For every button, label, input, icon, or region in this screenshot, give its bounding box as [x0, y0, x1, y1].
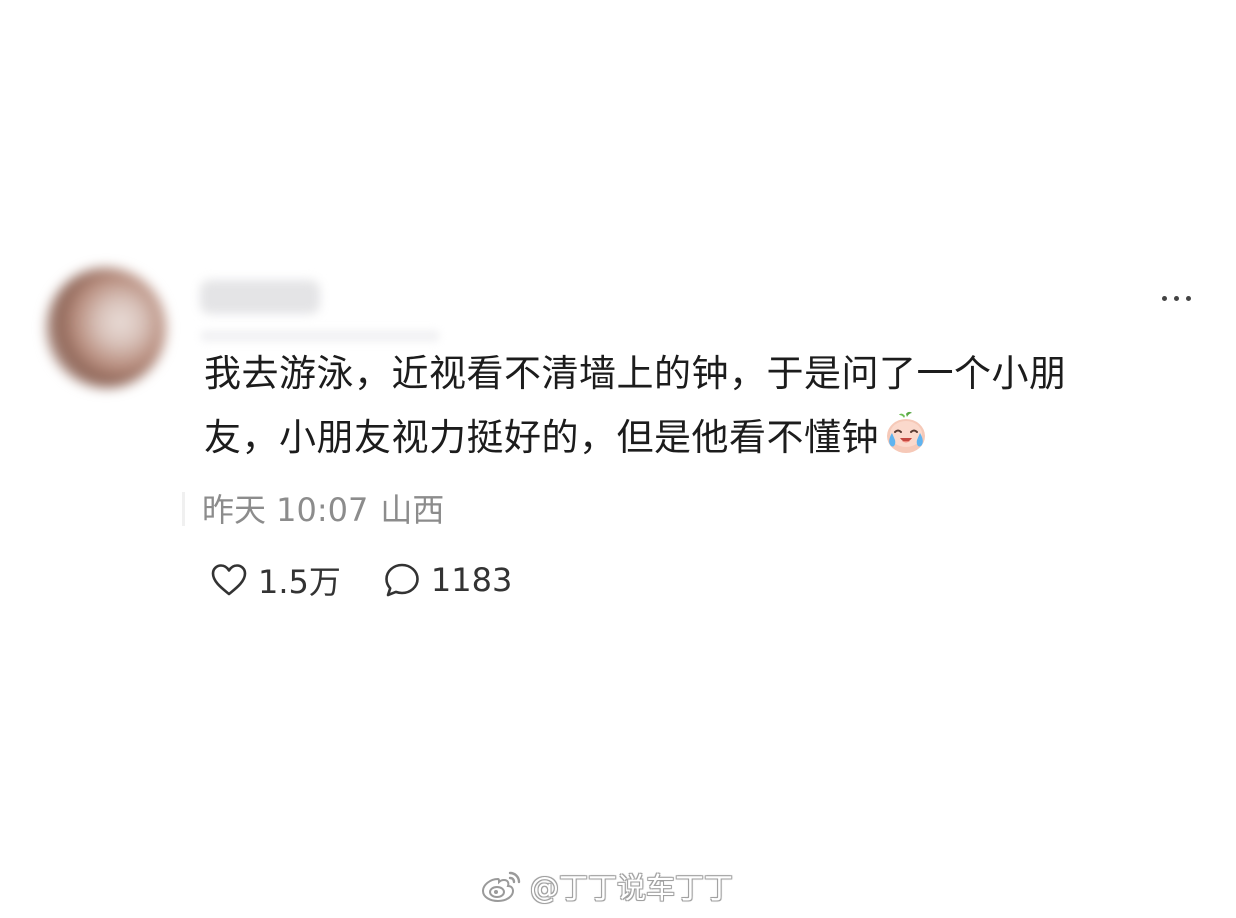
comment-time: 昨天 10:07 [202, 491, 369, 529]
comment-actions: 1.5万 1183 [208, 556, 512, 604]
comment-button[interactable]: 1183 [381, 559, 512, 601]
watermark: @丁丁说车丁丁 [480, 866, 733, 906]
more-dot [1173, 295, 1179, 301]
comment-text: 我去游泳，近视看不清墙上的钟，于是问了一个小朋 友，小朋友视力挺好的，但是他看不… [204, 342, 1194, 476]
like-button[interactable]: 1.5万 [208, 557, 341, 603]
comment-meta: 昨天 10:07 山西 [202, 486, 444, 534]
comment-text-line-2-text: 友，小朋友视力挺好的，但是他看不懂钟 [204, 416, 879, 459]
more-dot [1185, 295, 1191, 301]
avatar[interactable] [46, 268, 166, 388]
crying-face-emoji-icon [883, 410, 929, 476]
comment-text-line-1: 我去游泳，近视看不清墙上的钟，于是问了一个小朋 [204, 352, 1067, 395]
more-horizontal-icon [1161, 295, 1167, 301]
weibo-logo-icon [481, 871, 521, 903]
comment-bubble-icon [385, 563, 419, 597]
like-count: 1.5万 [258, 563, 341, 601]
username-blurred[interactable] [200, 280, 320, 314]
comment-count: 1183 [430, 561, 513, 599]
more-options-button[interactable] [1152, 282, 1200, 314]
meta-divider [182, 492, 185, 526]
comment-card: 我去游泳，近视看不清墙上的钟，于是问了一个小朋 友，小朋友视力挺好的，但是他看不… [0, 0, 1236, 918]
comment-location: 山西 [380, 491, 445, 529]
username-blur-artifact [200, 330, 440, 342]
heart-outline-icon [211, 564, 247, 596]
watermark-text: @丁丁说车丁丁 [530, 871, 734, 905]
comment-text-line-2: 友，小朋友视力挺好的，但是他看不懂钟 [204, 406, 1194, 476]
